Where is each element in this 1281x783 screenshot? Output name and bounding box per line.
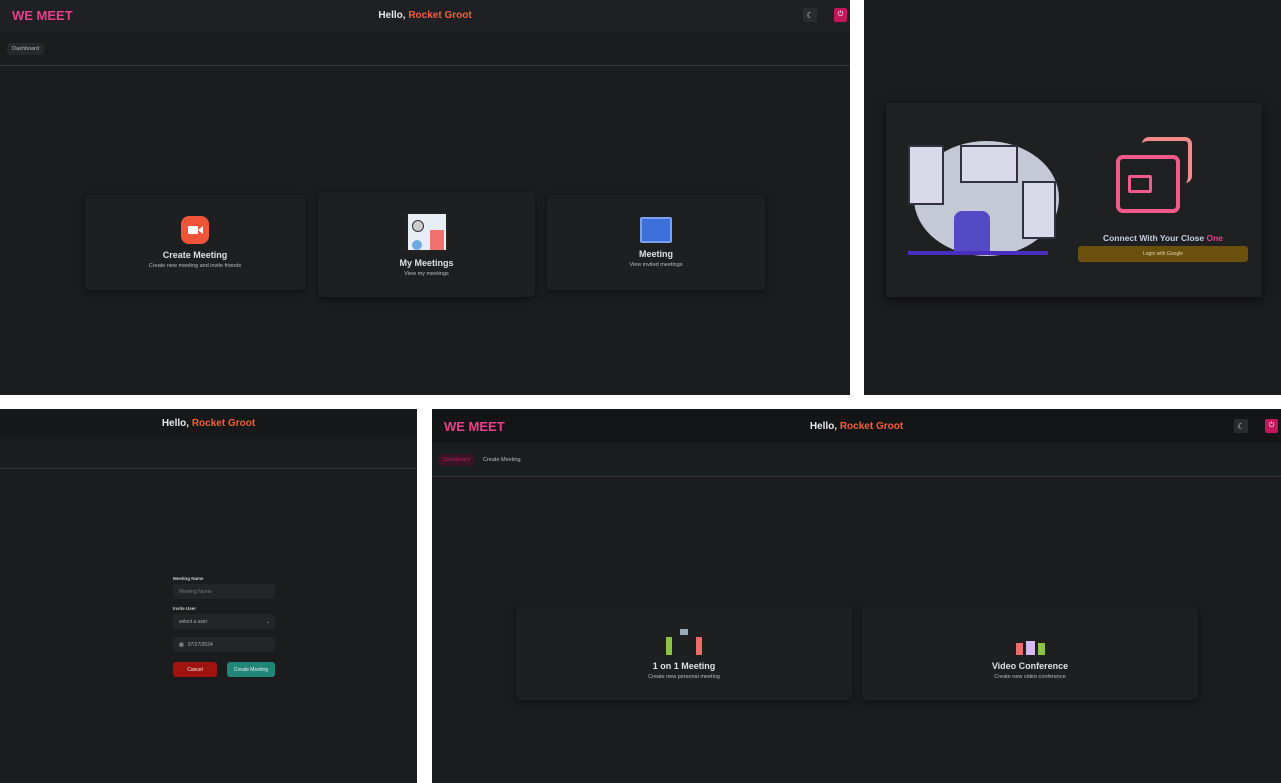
brand-logo[interactable]: WE MEET <box>12 8 73 23</box>
logout-icon[interactable]: ⏻ <box>1265 419 1278 433</box>
date-input[interactable]: ▦ 07/27/2024 <box>173 637 275 652</box>
video-call-illustration <box>908 141 1059 256</box>
top-bar: Hello, Rocket Groot <box>0 409 417 438</box>
create-meeting-screen: WE MEET Hello, Rocket Groot ☾ ⏻ Dashboar… <box>432 409 1281 783</box>
breadcrumb-dashboard[interactable]: Dashboard <box>7 43 44 55</box>
breadcrumb-create-meeting[interactable]: Create Meeting <box>478 454 526 466</box>
greeting: Hello, Rocket Groot <box>809 420 904 432</box>
card-title: My Meetings <box>399 258 454 268</box>
my-meetings-card[interactable]: My Meetings View my meetings <box>318 192 535 297</box>
cancel-button[interactable]: Cancel <box>173 662 217 677</box>
breadcrumb <box>0 438 417 469</box>
create-meeting-card[interactable]: Create Meeting Create new meeting and in… <box>85 195 305 290</box>
select-value: select a user <box>179 618 208 625</box>
breadcrumb: Dashboard Create Meeting <box>432 443 1281 477</box>
calendar-icon: ▦ <box>179 641 184 648</box>
dark-mode-toggle-icon[interactable]: ☾ <box>803 8 817 22</box>
date-value: 07/27/2024 <box>187 641 213 648</box>
top-bar: WE MEET Hello, Rocket Groot ☾ ⏻ <box>432 409 1281 443</box>
one-on-one-meeting-card[interactable]: 1 on 1 Meeting Create new personal meeti… <box>516 607 852 700</box>
login-tagline: Connect With Your Close One <box>1102 233 1224 243</box>
meeting-name-input[interactable]: Meeting Name <box>173 584 275 599</box>
dashboard-screen: WE MEET Hello, Rocket Groot ☾ ⏻ Dashboar… <box>0 0 850 395</box>
create-meeting-button[interactable]: Create Meeting <box>227 662 275 677</box>
card-desc: View my meetings <box>404 271 449 277</box>
logout-icon[interactable]: ⏻ <box>834 8 847 22</box>
login-google-button[interactable]: Login with Google <box>1078 246 1248 262</box>
group-conference-icon <box>1015 627 1045 655</box>
monitor-chart-icon <box>640 217 672 243</box>
card-desc: Create new meeting and invite friends <box>148 263 242 269</box>
create-meeting-form-screen: Hello, Rocket Groot Meeting Name Meeting… <box>0 409 417 783</box>
breadcrumb: Dashboard <box>0 31 850 66</box>
greeting: Hello, Rocket Groot <box>378 10 472 21</box>
dark-mode-toggle-icon[interactable]: ☾ <box>1234 419 1248 433</box>
top-bar: WE MEET Hello, Rocket Groot ☾ ⏻ <box>0 0 850 31</box>
video-chat-logo-icon <box>1116 137 1192 213</box>
two-people-chat-icon <box>666 627 702 655</box>
invite-user-select[interactable]: select a user ⌄ <box>173 614 275 629</box>
card-desc: View invited meetings <box>629 262 683 268</box>
login-screen: Connect With Your Close One Login with G… <box>864 0 1281 395</box>
greeting: Hello, Rocket Groot <box>161 418 256 429</box>
video-camera-icon <box>181 216 209 244</box>
invite-user-label: Invite User <box>173 606 197 611</box>
video-conference-card[interactable]: Video Conference Create new video confer… <box>862 607 1198 700</box>
card-title: Meeting <box>638 249 673 259</box>
card-title: Video Conference <box>991 661 1069 671</box>
card-title: Create Meeting <box>162 250 228 260</box>
dashboard-report-icon <box>405 212 448 252</box>
login-card: Connect With Your Close One Login with G… <box>886 103 1262 297</box>
breadcrumb-dashboard[interactable]: Dashboard <box>438 454 475 466</box>
meeting-name-label: Meeting Name <box>173 576 204 581</box>
chevron-down-icon: ⌄ <box>265 618 270 625</box>
card-desc: Create new personal meeting <box>648 674 720 680</box>
card-desc: Create new video conference <box>994 674 1066 680</box>
card-title: 1 on 1 Meeting <box>652 661 716 671</box>
brand-logo[interactable]: WE MEET <box>444 419 505 434</box>
meeting-card[interactable]: Meeting View invited meetings <box>547 195 765 290</box>
